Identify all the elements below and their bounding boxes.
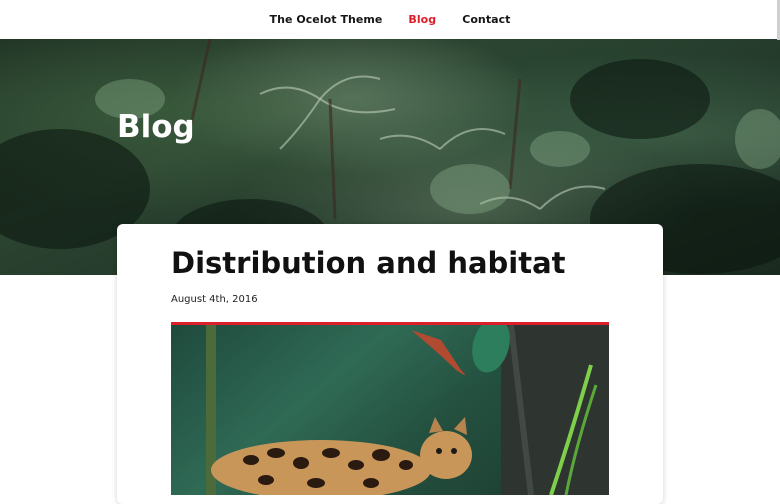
nav-item-home[interactable]: The Ocelot Theme	[270, 13, 383, 26]
ocelot-image-graphic	[206, 325, 609, 495]
post-title[interactable]: Distribution and habitat	[171, 246, 566, 280]
ocelot-photo[interactable]	[171, 322, 609, 495]
post-card: Distribution and habitat August 4th, 201…	[117, 224, 663, 504]
nav-item-blog[interactable]: Blog	[408, 13, 436, 26]
top-navigation: The Ocelot Theme Blog Contact	[0, 0, 780, 39]
post-date: August 4th, 2016	[171, 294, 258, 305]
page-title: Blog	[117, 109, 195, 145]
nav-item-contact[interactable]: Contact	[462, 13, 510, 26]
